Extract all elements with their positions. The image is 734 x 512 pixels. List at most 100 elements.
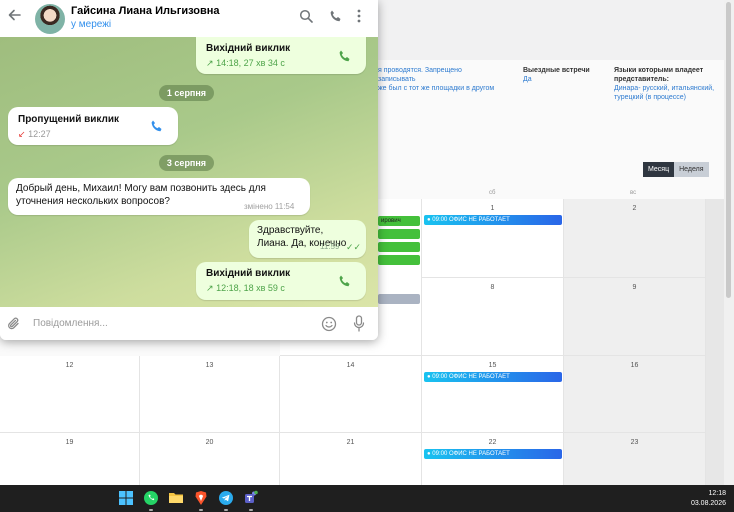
day-cell[interactable]: 2 (564, 199, 706, 278)
day-number: 16 (630, 362, 639, 369)
day-cell[interactable]: 19 (0, 433, 140, 485)
day-number: 8 (490, 284, 495, 291)
call-title: Вихідний виклик (206, 268, 291, 279)
chat-header: Гайсина Лиана Ильгизовна у мережі (0, 0, 378, 37)
telegram-chat-window: Гайсина Лиана Ильгизовна у мережі Вихідн… (0, 0, 378, 340)
day-number: 19 (65, 439, 74, 446)
file-explorer-icon[interactable] (168, 490, 184, 506)
running-indicator (149, 509, 153, 511)
outgoing-call-message[interactable]: Вихідний виклик ↗ 12:18, 18 хв 59 с (196, 262, 366, 300)
day-header-sat: сб (489, 190, 496, 196)
message-composer: Повідомлення... (0, 307, 378, 340)
back-arrow-icon[interactable] (8, 8, 24, 28)
message-input[interactable]: Повідомлення... (33, 318, 108, 329)
green-event[interactable] (378, 242, 420, 252)
call-back-icon[interactable] (338, 274, 352, 293)
day-number: 9 (632, 284, 637, 291)
day-cell[interactable]: 9 (564, 278, 706, 356)
microphone-icon[interactable] (353, 315, 365, 337)
event-label: 09:00 ОФИС НЕ РАБОТАЕТ (432, 451, 510, 457)
day-cell[interactable]: 1 ● 09:00 ОФИС НЕ РАБОТАЕТ (422, 199, 564, 278)
incoming-message[interactable]: Добрый день, Михаил! Могу вам позвонить … (8, 178, 310, 215)
day-cell[interactable]: 20 (140, 433, 280, 485)
running-indicator (224, 509, 228, 511)
event-label: 09:00 ОФИС НЕ РАБОТАЕТ (432, 217, 510, 223)
info-languages-label: Языки которыми владеет представитель: (614, 67, 704, 83)
day-cell[interactable]: 14 (280, 356, 422, 433)
green-event[interactable] (378, 229, 420, 239)
page-scrollbar-thumb[interactable] (726, 2, 731, 298)
info-onsite-value: Да (523, 76, 532, 83)
windows-start-icon[interactable] (118, 490, 134, 506)
call-title: Вихідний виклик (206, 43, 291, 54)
telegram-icon[interactable] (218, 490, 234, 506)
day-number: 20 (205, 439, 214, 446)
missed-call-message[interactable]: Пропущений виклик ↙ 12:27 (8, 107, 178, 145)
missed-arrow-icon: ↙ (18, 129, 26, 139)
system-clock[interactable]: 12:18 03.08.2026 (691, 489, 726, 509)
month-view-button[interactable]: Месяц (643, 162, 675, 177)
call-details: ↗ 12:18, 18 хв 59 с (206, 283, 285, 294)
outgoing-message[interactable]: Здравствуйте, Лиана. Да, конечно 11:59 ✓… (249, 220, 366, 258)
outgoing-arrow-icon: ↗ (206, 283, 214, 293)
date-separator: 1 серпня (159, 85, 214, 101)
day-cell[interactable]: 12 (0, 356, 140, 433)
message-meta: змінено 11:54 (244, 202, 295, 211)
day-number: 21 (346, 439, 355, 446)
office-closed-event[interactable]: ● 09:00 ОФИС НЕ РАБОТАЕТ (424, 372, 562, 382)
contact-status: у мережі (71, 19, 112, 30)
call-time-duration: 14:18, 27 хв 34 с (216, 58, 285, 68)
running-indicator (249, 509, 253, 511)
week-view-button[interactable]: Неделя (674, 162, 709, 177)
green-event[interactable] (378, 255, 420, 265)
phone-call-icon[interactable] (329, 9, 345, 25)
day-cell[interactable]: 8 (422, 278, 564, 356)
day-number: 14 (346, 362, 355, 369)
page-header-area (378, 0, 734, 60)
whatsapp-icon[interactable] (143, 490, 159, 506)
day-cell[interactable]: 15 ● 09:00 ОФИС НЕ РАБОТАЕТ (422, 356, 564, 433)
day-number: 1 (490, 205, 495, 212)
date-separator: 3 серпня (159, 155, 214, 171)
day-cell[interactable]: 16 (564, 356, 706, 433)
day-number: 2 (632, 205, 637, 212)
day-cell[interactable]: 23 (564, 433, 706, 485)
grey-event[interactable] (378, 294, 420, 304)
teams-icon[interactable] (243, 490, 259, 506)
search-icon[interactable] (299, 9, 315, 25)
call-back-icon[interactable] (338, 49, 352, 68)
day-cell[interactable]: 21 (280, 433, 422, 485)
info-rules-line1: я проводятся. Запрещено записывать (378, 67, 462, 83)
emoji-icon[interactable] (321, 316, 337, 337)
message-text: Здравствуйте, Лиана. Да, конечно (257, 225, 347, 249)
windows-taskbar: 12:18 03.08.2026 (0, 485, 734, 512)
day-cell[interactable]: 22 ● 09:00 ОФИС НЕ РАБОТАЕТ (422, 433, 564, 485)
day-number: 22 (488, 439, 497, 446)
brave-browser-icon[interactable] (193, 490, 209, 506)
day-number: 23 (630, 439, 639, 446)
call-title: Пропущений виклик (18, 114, 120, 125)
office-closed-event[interactable]: ● 09:00 ОФИС НЕ РАБОТАЕТ (424, 449, 562, 459)
info-rules-line2: же был с тот же площадки в другом (378, 85, 495, 92)
info-onsite-label: Выездные встречи (523, 67, 590, 74)
day-cell[interactable]: 13 (140, 356, 280, 433)
contact-avatar[interactable] (35, 4, 65, 34)
event-label: 09:00 ОФИС НЕ РАБОТАЕТ (432, 374, 510, 380)
clock-date: 03.08.2026 (690, 500, 726, 507)
contact-name[interactable]: Гайсина Лиана Ильгизовна (71, 5, 220, 17)
more-options-icon[interactable] (356, 9, 372, 25)
info-rules: я проводятся. Запрещено записывать же бы… (378, 66, 498, 93)
outgoing-call-message[interactable]: Вихідний виклик ↗ 14:18, 27 хв 34 с (196, 37, 366, 74)
day-number: 15 (488, 362, 497, 369)
attach-paperclip-icon[interactable] (7, 316, 21, 337)
call-time: 12:27 (28, 129, 51, 139)
office-closed-event[interactable]: ● 09:00 ОФИС НЕ РАБОТАЕТ (424, 215, 562, 225)
call-back-icon[interactable] (150, 119, 164, 138)
message-time: 11:59 (320, 242, 340, 251)
read-checkmarks-icon: ✓✓ (346, 242, 362, 252)
info-languages: Языки которыми владеет представитель: Ди… (614, 66, 719, 102)
call-time-duration: 12:18, 18 хв 59 с (216, 283, 285, 293)
green-event[interactable]: ирович (378, 216, 420, 226)
day-header-sun: вс (630, 190, 637, 196)
message-list[interactable]: Вихідний виклик ↗ 14:18, 27 хв 34 с 1 се… (0, 37, 378, 307)
